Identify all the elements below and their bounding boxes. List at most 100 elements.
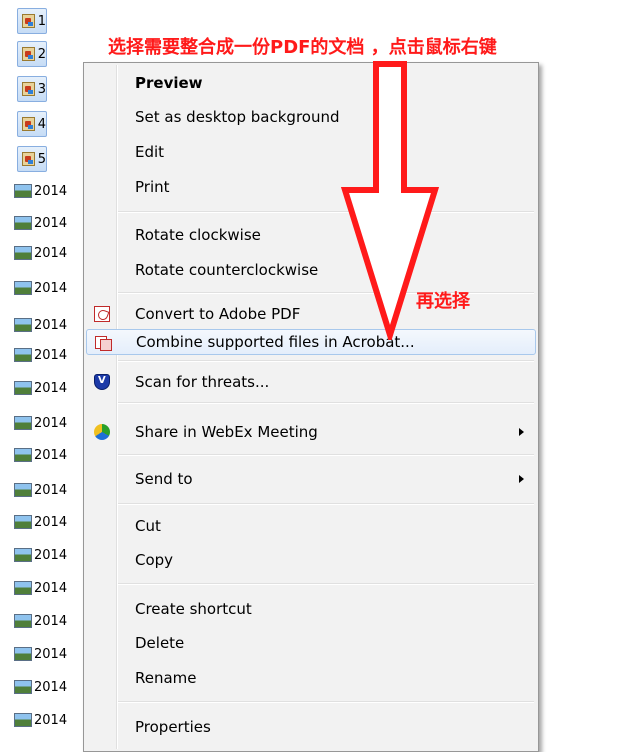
menu-separator: [118, 292, 534, 294]
menu-item-label: Properties: [135, 718, 211, 736]
file-item[interactable]: 2014: [14, 675, 67, 699]
file-item[interactable]: 2014: [14, 241, 67, 265]
menu-item-cut[interactable]: Cut: [86, 513, 536, 539]
menu-item-label: Create shortcut: [135, 600, 252, 618]
file-item-selected[interactable]: 1: [17, 8, 47, 34]
file-name: 3: [37, 81, 46, 97]
image-file-icon: [14, 680, 32, 694]
acrobat-combine-icon: [95, 334, 112, 351]
menu-separator: [118, 503, 534, 505]
file-item[interactable]: 2014: [14, 276, 67, 300]
file-name: 2014: [34, 646, 68, 662]
menu-item-share-in-webex[interactable]: Share in WebEx Meeting: [86, 419, 536, 445]
file-name: 2014: [34, 280, 68, 296]
file-name: 2014: [34, 380, 68, 396]
file-name: 2014: [34, 547, 68, 563]
file-name: 2: [37, 46, 46, 62]
menu-item-properties[interactable]: Properties: [86, 714, 536, 740]
menu-item-create-shortcut[interactable]: Create shortcut: [86, 596, 536, 622]
menu-item-label: Copy: [135, 551, 174, 569]
menu-item-preview[interactable]: Preview: [86, 70, 536, 96]
menu-item-copy[interactable]: Copy: [86, 547, 536, 573]
file-item-selected[interactable]: 3: [17, 76, 47, 102]
menu-item-label: Preview: [135, 74, 203, 92]
submenu-arrow-icon: [519, 428, 524, 436]
image-file-icon: [14, 318, 32, 332]
file-item[interactable]: 2014: [14, 313, 67, 337]
menu-separator: [118, 583, 534, 585]
menu-item-rename[interactable]: Rename: [86, 665, 536, 691]
shield-icon: [94, 374, 110, 390]
menu-separator: [118, 402, 534, 404]
menu-item-label: Send to: [135, 470, 193, 488]
file-item[interactable]: 2014: [14, 609, 67, 633]
jpg-file-icon: [22, 82, 35, 96]
menu-item-edit[interactable]: Edit: [86, 139, 536, 165]
file-item[interactable]: 2014: [14, 543, 67, 567]
jpg-file-icon: [22, 47, 35, 61]
file-name: 2014: [34, 712, 68, 728]
image-file-icon: [14, 281, 32, 295]
file-name: 2014: [34, 317, 68, 333]
file-item[interactable]: 2014: [14, 510, 67, 534]
jpg-file-icon: [22, 14, 35, 28]
file-item[interactable]: 2014: [14, 376, 67, 400]
menu-item-rotate-clockwise[interactable]: Rotate clockwise: [86, 222, 536, 248]
file-item[interactable]: 2014: [14, 443, 67, 467]
image-file-icon: [14, 483, 32, 497]
image-file-icon: [14, 581, 32, 595]
file-name: 2014: [34, 580, 68, 596]
menu-item-set-desktop-background[interactable]: Set as desktop background: [86, 104, 536, 130]
image-file-icon: [14, 647, 32, 661]
file-item[interactable]: 2014: [14, 642, 67, 666]
image-file-icon: [14, 515, 32, 529]
menu-item-scan-for-threats[interactable]: Scan for threats...: [86, 369, 536, 395]
file-item[interactable]: 2014: [14, 478, 67, 502]
file-name: 2014: [34, 482, 68, 498]
image-file-icon: [14, 381, 32, 395]
webex-globe-icon: [94, 424, 110, 440]
image-file-icon: [14, 614, 32, 628]
file-item[interactable]: 2014: [14, 708, 67, 732]
menu-item-delete[interactable]: Delete: [86, 630, 536, 656]
image-file-icon: [14, 713, 32, 727]
file-item-selected[interactable]: 2: [17, 41, 47, 67]
file-name: 1: [37, 13, 46, 29]
file-name: 2014: [34, 447, 68, 463]
file-name: 4: [37, 116, 46, 132]
image-file-icon: [14, 548, 32, 562]
menu-item-label: Share in WebEx Meeting: [135, 423, 318, 441]
file-name: 2014: [34, 613, 68, 629]
file-name: 2014: [34, 215, 68, 231]
file-item-selected[interactable]: 5: [17, 146, 47, 172]
menu-item-label: Rotate clockwise: [135, 226, 261, 244]
jpg-file-icon: [22, 152, 35, 166]
file-name: 2014: [34, 415, 68, 431]
menu-item-label: Print: [135, 178, 170, 196]
file-item[interactable]: 2014: [14, 211, 67, 235]
menu-item-label: Delete: [135, 634, 185, 652]
adobe-pdf-icon: [94, 306, 110, 322]
file-item[interactable]: 2014: [14, 343, 67, 367]
image-file-icon: [14, 416, 32, 430]
context-menu: Preview Set as desktop background Edit P…: [83, 62, 539, 752]
file-item[interactable]: 2014: [14, 411, 67, 435]
file-name: 2014: [34, 245, 68, 261]
menu-separator: [118, 211, 534, 213]
then-select-annotation: 再选择: [416, 291, 470, 312]
menu-item-label: Rotate counterclockwise: [135, 261, 319, 279]
menu-item-send-to[interactable]: Send to: [86, 466, 536, 492]
file-item-selected[interactable]: 4: [17, 111, 47, 137]
menu-item-label: Rename: [135, 669, 197, 687]
menu-item-combine-in-acrobat[interactable]: Combine supported files in Acrobat...: [86, 329, 536, 355]
menu-item-rotate-counterclockwise[interactable]: Rotate counterclockwise: [86, 257, 536, 283]
file-item[interactable]: 2014: [14, 179, 67, 203]
file-name: 2014: [34, 514, 68, 530]
menu-item-label: Edit: [135, 143, 165, 161]
submenu-arrow-icon: [519, 475, 524, 483]
file-item[interactable]: 2014: [14, 576, 67, 600]
menu-item-print[interactable]: Print: [86, 174, 536, 200]
menu-item-label: Set as desktop background: [135, 108, 340, 126]
menu-item-label: Cut: [135, 517, 161, 535]
file-name: 2014: [34, 679, 68, 695]
